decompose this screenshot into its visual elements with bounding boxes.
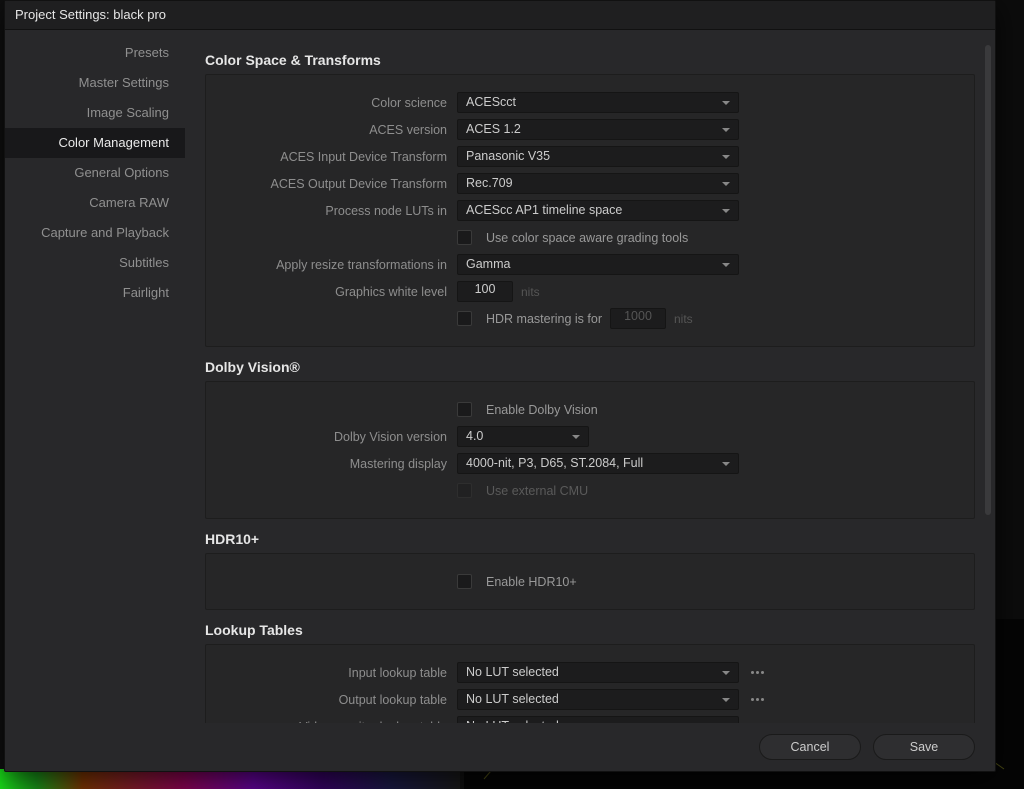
label-white-level: Graphics white level [222, 285, 457, 299]
sidebar-item-presets[interactable]: Presets [5, 38, 185, 68]
checkbox-enable-dolby-vision[interactable] [457, 402, 472, 417]
label-output-lut: Output lookup table [222, 693, 457, 707]
label-process-node-luts: Process node LUTs in [222, 204, 457, 218]
label-aces-odt: ACES Output Device Transform [222, 177, 457, 191]
scrollbar[interactable] [985, 45, 991, 723]
dropdown-aces-idt[interactable]: Panasonic V35 [457, 146, 739, 167]
sidebar-item-color-management[interactable]: Color Management [5, 128, 185, 158]
dropdown-output-lut[interactable]: No LUT selected [457, 689, 739, 710]
label-enable-dolby-vision: Enable Dolby Vision [486, 403, 598, 417]
section-box-lookup-tables: Input lookup table No LUT selected Outpu… [205, 644, 975, 723]
sidebar-item-fairlight[interactable]: Fairlight [5, 278, 185, 308]
dropdown-aces-odt[interactable]: Rec.709 [457, 173, 739, 194]
label-hdr-mastering: HDR mastering is for [486, 312, 602, 326]
label-input-lut: Input lookup table [222, 666, 457, 680]
section-title-color-space: Color Space & Transforms [205, 52, 975, 68]
scrollbar-thumb[interactable] [985, 45, 991, 515]
dropdown-color-science[interactable]: ACEScct [457, 92, 739, 113]
label-dolby-version: Dolby Vision version [222, 430, 457, 444]
sidebar-item-capture-playback[interactable]: Capture and Playback [5, 218, 185, 248]
label-mastering-display: Mastering display [222, 457, 457, 471]
save-button[interactable]: Save [873, 734, 975, 760]
sidebar-item-subtitles[interactable]: Subtitles [5, 248, 185, 278]
input-hdr-mastering: 1000 [610, 308, 666, 329]
checkbox-enable-hdr10[interactable] [457, 574, 472, 589]
dialog-footer: Cancel Save [5, 723, 995, 771]
label-color-aware: Use color space aware grading tools [486, 231, 688, 245]
dropdown-video-monitor-lut[interactable]: No LUT selected [457, 716, 739, 723]
sidebar-item-camera-raw[interactable]: Camera RAW [5, 188, 185, 218]
label-aces-version: ACES version [222, 123, 457, 137]
section-title-dolby-vision: Dolby Vision® [205, 359, 975, 375]
dialog-title: Project Settings: black pro [5, 1, 995, 30]
menu-input-lut[interactable] [747, 667, 768, 678]
input-white-level[interactable]: 100 [457, 281, 513, 302]
section-title-lookup-tables: Lookup Tables [205, 622, 975, 638]
cancel-button[interactable]: Cancel [759, 734, 861, 760]
label-external-cmu: Use external CMU [486, 484, 588, 498]
label-video-monitor-lut: Video monitor lookup table [222, 720, 457, 724]
unit-white-level: nits [521, 285, 540, 299]
dropdown-aces-version[interactable]: ACES 1.2 [457, 119, 739, 140]
dropdown-process-node-luts[interactable]: ACEScc AP1 timeline space [457, 200, 739, 221]
dropdown-mastering-display[interactable]: 4000-nit, P3, D65, ST.2084, Full [457, 453, 739, 474]
label-aces-idt: ACES Input Device Transform [222, 150, 457, 164]
checkbox-hdr-mastering[interactable] [457, 311, 472, 326]
unit-hdr-mastering: nits [674, 312, 693, 326]
project-settings-dialog: Project Settings: black pro Presets Mast… [4, 0, 996, 772]
menu-output-lut[interactable] [747, 694, 768, 705]
settings-content: Color Space & Transforms Color science A… [185, 30, 995, 723]
section-box-hdr10: Enable HDR10+ [205, 553, 975, 610]
settings-sidebar: Presets Master Settings Image Scaling Co… [5, 30, 185, 723]
sidebar-item-image-scaling[interactable]: Image Scaling [5, 98, 185, 128]
checkbox-external-cmu [457, 483, 472, 498]
section-box-color-space: Color science ACEScct ACES version ACES … [205, 74, 975, 347]
checkbox-color-aware[interactable] [457, 230, 472, 245]
section-box-dolby-vision: Enable Dolby Vision Dolby Vision version… [205, 381, 975, 519]
dropdown-dolby-version[interactable]: 4.0 [457, 426, 589, 447]
background-color-strip [0, 769, 460, 789]
label-enable-hdr10: Enable HDR10+ [486, 575, 577, 589]
sidebar-item-general-options[interactable]: General Options [5, 158, 185, 188]
section-title-hdr10: HDR10+ [205, 531, 975, 547]
label-resize-transform: Apply resize transformations in [222, 258, 457, 272]
label-color-science: Color science [222, 96, 457, 110]
dropdown-resize-transform[interactable]: Gamma [457, 254, 739, 275]
sidebar-item-master-settings[interactable]: Master Settings [5, 68, 185, 98]
menu-video-monitor-lut[interactable] [747, 721, 768, 723]
dropdown-input-lut[interactable]: No LUT selected [457, 662, 739, 683]
